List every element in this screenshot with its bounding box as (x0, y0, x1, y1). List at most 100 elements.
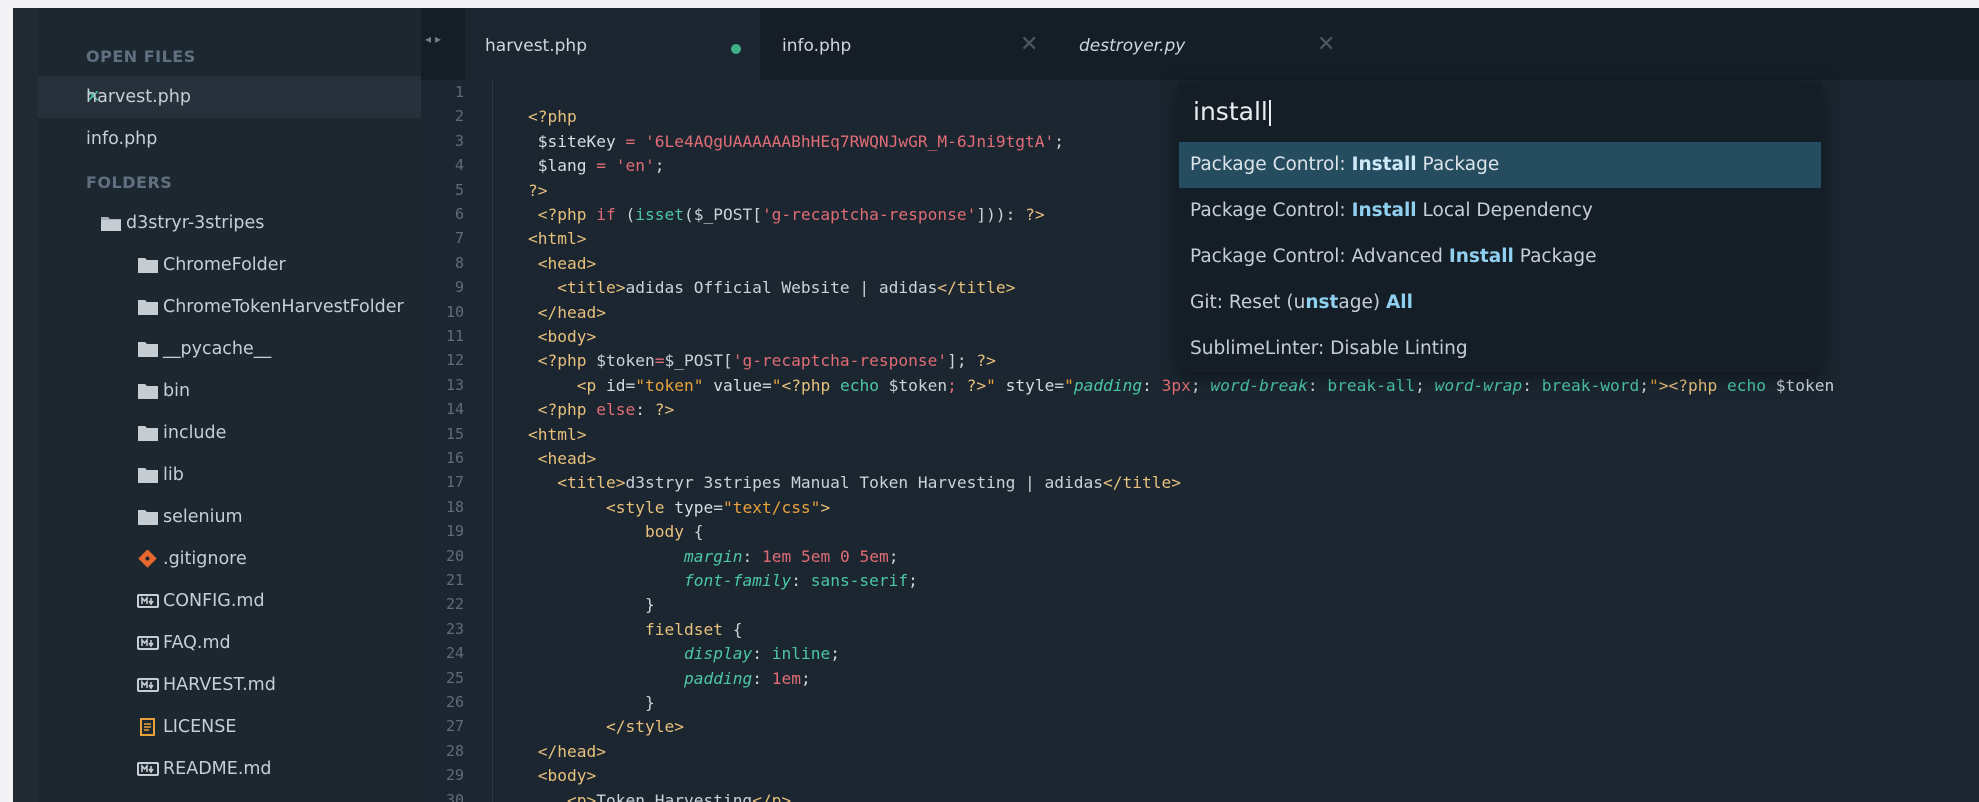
command-palette-item[interactable]: Git: Reset (unstage) All (1179, 280, 1821, 326)
line-number: 30 (445, 790, 464, 802)
code-line: fieldset { (645, 619, 743, 639)
item-text: age) (1338, 292, 1386, 313)
tab-harvest-php[interactable]: harvest.php (465, 8, 760, 80)
line-number: 12 (445, 351, 464, 370)
sidebar-tree-item[interactable]: __pycache__ (38, 328, 421, 370)
code-line: <body> (537, 766, 597, 786)
sidebar-tree-item[interactable]: LICENSE (38, 706, 421, 748)
sidebar-tree-item[interactable]: ChromeTokenHarvestFolder (38, 286, 421, 328)
open-files-heading: OPEN FILES (86, 47, 196, 66)
command-palette-item[interactable]: Package Control: Install Package (1179, 142, 1821, 188)
sidebar-item-label: __pycache__ (163, 339, 272, 359)
command-palette-input[interactable]: install (1179, 82, 1821, 142)
code-line: <html> (528, 424, 587, 444)
item-text: Local Dependency (1416, 200, 1593, 221)
code-line: } (645, 595, 655, 615)
editor-window: OPEN FILES ✕ harvest.php info.php FOLDER… (13, 8, 1979, 802)
sidebar-item-label: bin (163, 381, 191, 401)
folders-heading: FOLDERS (86, 173, 173, 192)
code-line: <title>adidas Official Website | adidas<… (557, 278, 1016, 298)
sidebar-tree-item[interactable]: .gitignore (38, 538, 421, 580)
close-tab-icon[interactable]: ✕ (1020, 32, 1038, 57)
tab-label: info.php (782, 36, 852, 56)
sidebar-tree-item[interactable]: FAQ.md (38, 622, 421, 664)
open-file-label: info.php (86, 129, 158, 149)
line-number: 27 (445, 717, 464, 736)
command-palette-item[interactable]: SublimeLinter: Disable Linting (1179, 326, 1821, 372)
line-number: 17 (445, 473, 464, 492)
line-number: 16 (445, 449, 464, 467)
line-number: 8 (454, 253, 464, 272)
sidebar: OPEN FILES ✕ harvest.php info.php FOLDER… (13, 8, 421, 802)
folder-icon (138, 468, 158, 483)
line-number: 1 (454, 83, 464, 101)
code-line: $lang = 'en'; (537, 156, 665, 176)
tab-destroyer-py[interactable]: destroyer.py ✕ (1059, 8, 1354, 80)
line-number: 2 (454, 107, 464, 126)
sidebar-tree-item[interactable]: include (38, 412, 421, 454)
markdown-icon (137, 594, 159, 608)
git-icon (138, 550, 157, 568)
code-line: <p id="token" value="<?php echo $token; … (576, 375, 1835, 395)
sidebar-item-label: include (163, 423, 227, 443)
command-palette: install Package Control: Install Package… (1179, 82, 1821, 372)
code-line: <p>Token Harvesting</p> (567, 790, 792, 802)
line-number: 21 (445, 571, 464, 589)
line-number: 18 (445, 497, 464, 516)
item-text: Git: Reset (u (1190, 292, 1306, 313)
item-match: Install (1448, 246, 1514, 267)
modified-dot-icon (731, 44, 741, 54)
sidebar-item-label: ChromeFolder (163, 255, 286, 275)
open-file-harvest[interactable]: ✕ harvest.php (38, 76, 421, 118)
markdown-icon (137, 636, 159, 650)
line-number: 25 (445, 668, 464, 687)
sidebar-item-label: HARVEST.md (163, 675, 276, 695)
markdown-icon (137, 678, 159, 692)
folder-icon (138, 342, 158, 357)
line-number: 6 (454, 205, 464, 223)
line-number: 20 (445, 546, 464, 565)
sidebar-tree-item[interactable]: selenium (38, 496, 421, 538)
item-text: Package (1416, 154, 1500, 175)
item-match: All (1385, 292, 1413, 313)
code-line: ?> (528, 180, 548, 200)
root-folder[interactable]: d3stryr-3stripes (38, 202, 421, 244)
line-number: 24 (445, 644, 464, 663)
line-number: 19 (445, 522, 464, 541)
sidebar-item-label: selenium (163, 507, 243, 527)
root-folder-label: d3stryr-3stripes (126, 213, 265, 233)
open-file-info[interactable]: info.php (38, 118, 421, 160)
tab-info-php[interactable]: info.php ✕ (762, 8, 1057, 80)
command-palette-item[interactable]: Package Control: Advanced Install Packag… (1179, 234, 1821, 280)
line-number: 10 (445, 302, 464, 321)
line-number: 11 (445, 327, 464, 345)
code-line: <head> (537, 253, 597, 273)
line-number: 23 (445, 619, 464, 638)
code-line: display: inline; (684, 644, 840, 664)
sidebar-tree-item[interactable]: HARVEST.md (38, 664, 421, 706)
sidebar-tree-item[interactable]: ChromeFolder (38, 244, 421, 286)
item-text: Package Control: Advanced (1190, 246, 1449, 267)
code-line: <?php (528, 107, 577, 127)
folder-icon (138, 384, 158, 399)
code-line: } (645, 693, 655, 712)
sidebar-item-label: FAQ.md (163, 633, 231, 653)
close-tab-icon[interactable]: ✕ (1317, 32, 1335, 57)
line-number: 7 (454, 229, 464, 248)
folder-icon (138, 510, 158, 525)
open-file-label: harvest.php (86, 87, 191, 107)
code-line: </head> (537, 302, 606, 322)
line-number: 15 (445, 424, 464, 443)
code-line: <title>d3stryr 3stripes Manual Token Har… (557, 473, 1181, 493)
tab-scroll-arrows-icon[interactable]: ◂▸ (425, 32, 445, 46)
sidebar-tree-item[interactable]: lib (38, 454, 421, 496)
command-palette-item[interactable]: Package Control: Install Local Dependenc… (1179, 188, 1821, 234)
sidebar-tree-item[interactable]: README.md (38, 748, 421, 790)
license-file-icon (140, 718, 155, 736)
line-number: 4 (454, 156, 464, 175)
code-line: <style type="text/css"> (606, 497, 831, 517)
sidebar-item-label: README.md (163, 759, 272, 779)
line-number: 26 (445, 693, 464, 711)
sidebar-tree-item[interactable]: bin (38, 370, 421, 412)
sidebar-tree-item[interactable]: CONFIG.md (38, 580, 421, 622)
